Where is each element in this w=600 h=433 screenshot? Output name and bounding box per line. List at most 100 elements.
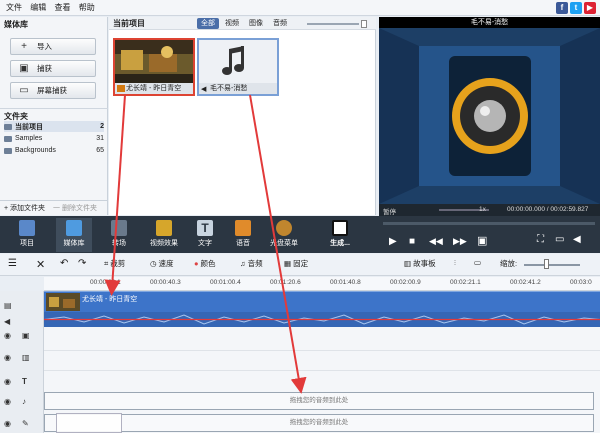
fullscreen-icon[interactable]: ⛶ <box>537 234 544 245</box>
delete-icon[interactable]: ✕ <box>36 258 45 271</box>
tab-audio[interactable]: 音频 <box>269 18 291 29</box>
twitter-icon[interactable]: t <box>570 2 582 14</box>
toolbar-transitions[interactable]: 转场 <box>104 218 134 252</box>
audio-dropzone[interactable]: 拖拽您的音频到此处 <box>44 392 594 410</box>
import-button[interactable]: + 导入 <box>10 38 96 55</box>
storyboard-button[interactable]: ▥ 故事板 <box>404 258 436 269</box>
toolbar-text[interactable]: T 文字 <box>190 218 220 252</box>
eye-icon[interactable]: ◉ <box>4 397 11 406</box>
toolbar-disc-menu[interactable]: 光盘菜单 <box>264 218 304 252</box>
display-icon[interactable]: ▭ <box>474 258 481 267</box>
crop-icon: ⌗ <box>104 258 109 268</box>
menu-bar: 文件 编辑 查看 帮助 f t ▶ <box>0 0 600 16</box>
film-icon <box>117 85 125 92</box>
preview-bar: 暂停 1x 00:00:00.000 / 00:02:59.827 <box>379 204 600 216</box>
volume-icon[interactable]: ◀ <box>573 234 581 245</box>
clip-thumbnail <box>46 293 80 311</box>
speed-button[interactable]: ◷ 速度 <box>150 258 174 269</box>
audio-waveform <box>44 312 600 327</box>
folder-backgrounds[interactable]: Backgrounds 65 <box>4 145 104 156</box>
menu-view[interactable]: 查看 <box>54 0 70 16</box>
tab-video[interactable]: 视频 <box>221 18 243 29</box>
text-icon: T <box>197 220 213 236</box>
menu-help[interactable]: 帮助 <box>79 0 95 16</box>
add-folder-button[interactable]: + 添加文件夹 <box>4 203 45 213</box>
video-clip[interactable]: 尤长靖 - 昨日青空 <box>44 291 600 327</box>
delete-folder-button[interactable]: 一 删除文件夹 <box>53 203 97 213</box>
next-frame-icon[interactable]: ▶▶ <box>453 236 467 247</box>
overlay-track[interactable] <box>44 327 600 351</box>
toolbar-project[interactable]: 项目 <box>12 218 42 252</box>
color-button[interactable]: ● 颜色 <box>194 258 216 269</box>
speed-value[interactable]: 1x <box>479 206 486 213</box>
ruler-tick: 00:02:00.9 <box>390 279 421 286</box>
thumb-size-slider[interactable] <box>307 23 359 25</box>
color-icon: ● <box>194 259 199 268</box>
media-item-video[interactable]: 尤长靖 - 昨日青空 <box>113 38 195 96</box>
toolbar-produce[interactable]: 生成... <box>320 218 360 252</box>
eye-icon[interactable]: ◉ <box>4 377 11 386</box>
toolbar-library[interactable]: 媒体库 <box>56 218 92 252</box>
audio-mix-icon[interactable]: ⫶ <box>454 258 456 268</box>
camera-icon: ▣ <box>19 63 29 74</box>
ruler-tick: 00:00:20.1 <box>90 279 121 286</box>
folder-samples[interactable]: Samples 31 <box>4 133 104 144</box>
tab-image[interactable]: 图像 <box>245 18 267 29</box>
film-track-icon: ▤ <box>4 301 12 310</box>
library-footer: + 添加文件夹 一 删除文件夹 <box>0 200 108 215</box>
seek-bar[interactable] <box>383 222 595 225</box>
slider-handle[interactable] <box>361 20 367 28</box>
toolbar-voice[interactable]: 语音 <box>228 218 258 252</box>
drag-ghost <box>56 413 122 433</box>
folder-current-project[interactable]: 当前项目 2 <box>4 121 104 132</box>
snapshot-icon[interactable]: ▣ <box>477 234 487 247</box>
storyboard-icon: ▥ <box>404 259 412 268</box>
undo-icon[interactable]: ↶ <box>60 258 68 269</box>
media-item-audio[interactable]: 毛不易-消愁 ◀ <box>197 38 279 96</box>
facebook-icon[interactable]: f <box>556 2 568 14</box>
lock-icon[interactable]: ▣ <box>22 331 30 340</box>
transition-icon <box>111 220 127 236</box>
redo-icon[interactable]: ↷ <box>78 258 86 269</box>
eye-icon[interactable]: ◉ <box>4 419 11 428</box>
stop-icon[interactable]: ■ <box>409 236 415 247</box>
zoom-handle[interactable] <box>544 259 549 269</box>
eye-icon[interactable]: ◉ <box>4 331 11 340</box>
timeline-ruler[interactable]: 00:00:20.1 00:00:40.3 00:01:00.4 00:01:2… <box>44 277 600 291</box>
library-panel: 媒体库 + 导入 ▣ 捕获 ▭ 屏幕捕获 文件夹 当前项目 2 Samples … <box>0 17 108 215</box>
ruler-tick: 00:01:40.8 <box>330 279 361 286</box>
voice-dropzone[interactable]: 拖拽您的音频到此处 <box>44 414 594 432</box>
menu-file[interactable]: 文件 <box>6 0 22 16</box>
track-headers: ▤ ◀ ◉ ▣ ◉ ▥ ◉ T ◉ ♪ ◉ ✎ <box>0 291 44 433</box>
tab-all[interactable]: 全部 <box>197 18 219 29</box>
menu-edit[interactable]: 编辑 <box>30 0 46 16</box>
folder-icon <box>4 147 12 154</box>
zoom-slider[interactable] <box>524 264 580 266</box>
text-track-icon: T <box>22 377 27 386</box>
playback-status: 暂停 <box>383 209 396 216</box>
timeline-toolbar: ☰ ✕ ↶ ↷ ⌗ 裁剪 ◷ 速度 ● 颜色 ♫ 音频 ▦ 固定 ▥ 故事板 ⫶ ▭ 缩放: <box>0 254 600 276</box>
eye-icon[interactable]: ◉ <box>4 353 11 362</box>
crop-button[interactable]: ⌗ 裁剪 <box>104 258 125 269</box>
capture-button[interactable]: ▣ 捕获 <box>10 60 96 77</box>
popout-icon[interactable]: ▭ <box>555 234 564 245</box>
library-icon <box>66 220 82 236</box>
text-track[interactable] <box>44 351 600 371</box>
ruler-tick: 00:00:40.3 <box>150 279 181 286</box>
prev-frame-icon[interactable]: ◀◀ <box>429 236 443 247</box>
media-item-video-caption: 尤长靖 - 昨日青空 <box>115 83 193 94</box>
media-area: 当前项目 全部 视频 图像 音频 尤长靖 - 昨日青空 毛不易-消愁 ◀ <box>109 17 376 215</box>
settings-icon[interactable]: ☰ <box>8 258 17 269</box>
voice-track-icon: ✎ <box>22 419 29 428</box>
toolbar-video-effects[interactable]: 视频效果 <box>142 218 186 252</box>
play-icon[interactable]: ▶ <box>389 236 397 247</box>
speed-icon: ◷ <box>150 259 157 268</box>
screen-capture-button[interactable]: ▭ 屏幕捕获 <box>10 82 96 99</box>
audio-track-icon: ◀ <box>4 317 11 326</box>
youtube-icon[interactable]: ▶ <box>584 2 596 14</box>
audio-button[interactable]: ♫ 音频 <box>240 258 263 269</box>
time-display: 00:00:00.000 / 00:02:59.827 <box>507 206 589 213</box>
media-title: 当前项目 <box>113 19 145 28</box>
clip-label: 尤长靖 - 昨日青空 <box>82 296 138 303</box>
fix-button[interactable]: ▦ 固定 <box>284 258 308 269</box>
